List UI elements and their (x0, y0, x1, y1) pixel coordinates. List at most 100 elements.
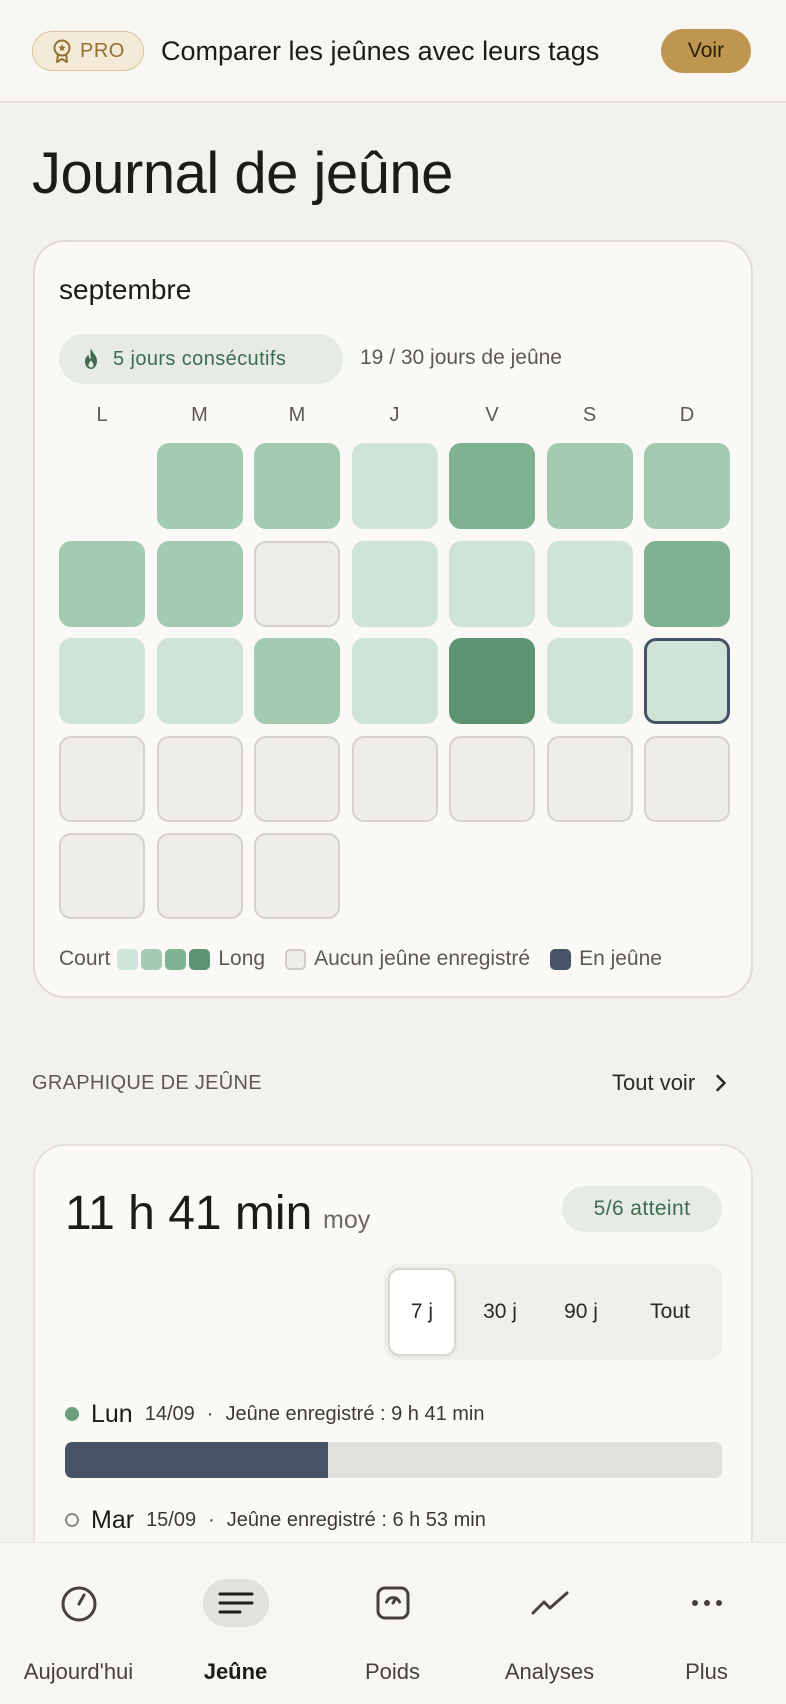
calendar-day-cell[interactable] (644, 443, 730, 529)
calendar-day-cell[interactable] (59, 735, 145, 822)
weekday-label: M (191, 404, 208, 426)
day-date: 14/09 (144, 1402, 195, 1425)
weekday-label: S (582, 404, 597, 426)
nav-item-more[interactable]: Plus (628, 1543, 785, 1704)
streak-label: 5 jours consécutifs (113, 347, 287, 370)
legend-fasting-label: En jeûne (579, 947, 662, 970)
nav-label: Analyses (504, 1659, 595, 1684)
clock-icon (61, 1586, 96, 1622)
range-tab-90d[interactable]: 90 j (540, 1264, 622, 1360)
calendar-day-cell[interactable] (156, 638, 243, 724)
nav-icon-container (674, 1579, 740, 1627)
bottom-nav: Aujourd'hui Jeûne Poids Analyses Plus (0, 1543, 786, 1704)
calendar-day-cell[interactable] (156, 443, 243, 529)
legend-long-label: Long (218, 947, 266, 970)
month-label: septembre (59, 274, 192, 305)
banner-text: Comparer les jeûnes avec leurs tags (161, 36, 600, 66)
legend-swatch-fasting (550, 948, 572, 970)
calendar-day-cell[interactable] (449, 638, 535, 724)
chevron-right-icon (716, 1074, 726, 1092)
calendar-day-cell[interactable] (644, 638, 730, 724)
legend-swatch-level-1 (117, 948, 139, 970)
goal-missed-dot (65, 1513, 79, 1527)
nav-icon-container (360, 1579, 426, 1627)
day-description: Jeûne enregistré : 6 h 53 min (226, 1508, 486, 1531)
day-row-mon[interactable]: Lun 14/09 · Jeûne enregistré : 9 h 41 mi… (65, 1399, 485, 1429)
calendar-day-cell[interactable] (449, 540, 535, 627)
nav-icon-container (517, 1579, 583, 1627)
day-date: 15/09 (146, 1508, 197, 1531)
weekday-label: L (96, 404, 108, 426)
calendar-day-cell[interactable] (156, 735, 243, 822)
see-all-label: Tout voir (612, 1070, 696, 1095)
nav-label: Jeûne (203, 1659, 268, 1684)
calendar-day-cell[interactable] (351, 443, 438, 529)
nav-item-weight[interactable]: Poids (314, 1543, 471, 1704)
pro-badge-label: PRO (80, 39, 125, 62)
calendar-day-cell[interactable] (254, 638, 340, 724)
calendar-day-cell[interactable] (449, 443, 535, 529)
nav-item-fasting[interactable]: Jeûne (157, 1543, 314, 1704)
calendar-day-cell[interactable] (351, 540, 438, 627)
nav-label: Poids (364, 1659, 421, 1684)
calendar-day-cell[interactable] (156, 833, 243, 919)
calendar-day-cell[interactable] (449, 735, 535, 822)
legend-swatch-level-2 (141, 948, 163, 970)
separator-dot: · (208, 1508, 215, 1531)
legend-swatch-none (285, 948, 307, 970)
day-row-tue[interactable]: Mar 15/09 · Jeûne enregistré : 6 h 53 mi… (65, 1505, 486, 1535)
page-title: Journal de jeûne (32, 141, 453, 206)
day-name: Mar (91, 1505, 135, 1534)
see-all-link[interactable]: Tout voir (612, 1070, 727, 1096)
day-progress-track (65, 1442, 722, 1478)
calendar-day-cell[interactable] (546, 443, 633, 529)
graph-section-title: GRAPHIQUE DE JEÛNE (32, 1072, 262, 1094)
calendar-day-cell[interactable] (546, 735, 633, 822)
calendar-day-cell[interactable] (254, 735, 340, 822)
calendar-day-cell[interactable] (59, 638, 145, 724)
weekday-label: J (389, 404, 400, 426)
range-tab-all[interactable]: Tout (622, 1264, 718, 1360)
calendar-day-cell[interactable] (351, 735, 438, 822)
legend-swatch-level-4 (189, 948, 211, 970)
nav-item-analytics[interactable]: Analyses (471, 1543, 628, 1704)
calendar-day-cell[interactable] (546, 638, 633, 724)
days-count: 19 / 30 jours de jeûne (360, 346, 562, 369)
range-selector: 7 j 30 j 90 j Tout (384, 1264, 722, 1360)
pro-banner: PRO Comparer les jeûnes avec leurs tags … (0, 0, 786, 103)
nav-label: Plus (685, 1659, 728, 1684)
nav-icon-container (202, 1579, 269, 1627)
trend-icon (531, 1591, 568, 1615)
voir-button[interactable]: Voir (661, 29, 751, 73)
goal-met-dot (65, 1407, 79, 1421)
nav-label: Aujourd'hui (23, 1659, 134, 1684)
day-description: Jeûne enregistré : 9 h 41 min (225, 1402, 485, 1425)
calendar-day-cell[interactable] (59, 833, 145, 919)
separator-dot: · (206, 1402, 214, 1425)
calendar-day-cell[interactable] (59, 540, 145, 627)
medal-icon (53, 39, 71, 63)
weekday-label: V (485, 404, 499, 426)
calendar-day-cell[interactable] (644, 735, 730, 822)
calendar-legend: Court Long Aucun jeûne enregistré En jeû… (59, 945, 662, 973)
nav-item-today[interactable]: Aujourd'hui (0, 1543, 157, 1704)
range-tab-30d[interactable]: 30 j (460, 1264, 540, 1360)
streak-badge: 5 jours consécutifs (59, 334, 343, 384)
calendar-card: septembre 5 jours consécutifs 19 / 30 jo… (33, 240, 753, 998)
scale-icon (376, 1586, 409, 1620)
calendar-day-cell[interactable] (254, 833, 340, 919)
weekday-label: M (288, 404, 306, 426)
more-icon (691, 1600, 722, 1606)
pro-badge: PRO (32, 31, 144, 71)
legend-short-label: Court (59, 947, 111, 970)
calendar-day-cell[interactable] (156, 540, 243, 627)
range-tab-7d[interactable]: 7 j (388, 1268, 456, 1356)
calendar-day-cell[interactable] (546, 540, 633, 627)
average-duration: 11 h 41 min (65, 1187, 313, 1240)
calendar-day-cell[interactable] (351, 638, 438, 724)
average-unit: moy (323, 1206, 371, 1234)
list-icon (218, 1592, 253, 1614)
calendar-day-cell[interactable] (254, 443, 340, 529)
calendar-day-cell[interactable] (644, 540, 730, 627)
calendar-day-cell[interactable] (254, 540, 340, 627)
